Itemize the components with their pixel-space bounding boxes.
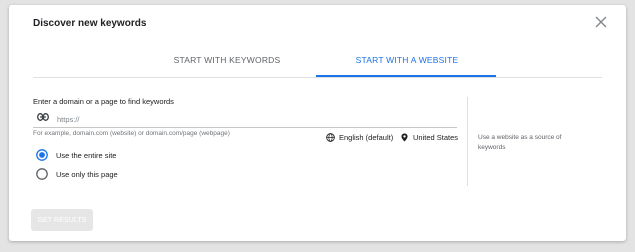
radio-label-entire-site: Use the entire site	[56, 150, 117, 160]
tab-bar: START WITH KEYWORDS START WITH A WEBSITE	[157, 54, 497, 76]
radio-label-this-page: Use only this page	[56, 169, 118, 179]
tab-divider	[33, 77, 602, 78]
radio-unchecked-icon[interactable]	[36, 168, 48, 180]
dialog-title: Discover new keywords	[33, 18, 147, 29]
radio-option-this-page[interactable]: Use only this page	[36, 168, 118, 180]
domain-field-label: Enter a domain or a page to find keyword…	[33, 97, 174, 106]
link-icon	[37, 113, 49, 121]
language-label: English (default)	[339, 133, 394, 142]
tab-start-with-website[interactable]: START WITH A WEBSITE	[317, 54, 497, 76]
location-selector[interactable]: United States	[400, 133, 458, 142]
globe-icon	[326, 133, 335, 142]
close-icon[interactable]	[594, 15, 608, 29]
discover-keywords-dialog: Discover new keywords START WITH KEYWORD…	[9, 5, 626, 241]
tab-start-with-keywords[interactable]: START WITH KEYWORDS	[157, 54, 297, 76]
url-input[interactable]	[55, 111, 439, 127]
radio-checked-icon[interactable]	[36, 149, 48, 161]
side-panel-note: Use a website as a source of keywords	[478, 134, 562, 151]
url-field	[33, 109, 457, 128]
radio-option-entire-site[interactable]: Use the entire site	[36, 149, 116, 161]
language-selector[interactable]: English (default)	[326, 133, 393, 142]
side-panel-divider	[467, 97, 468, 186]
location-pin-icon	[401, 133, 408, 142]
location-label: United States	[413, 133, 459, 142]
get-results-button[interactable]: GET RESULTS	[31, 209, 93, 231]
url-hint: For example, domain.com (website) or dom…	[33, 130, 230, 137]
